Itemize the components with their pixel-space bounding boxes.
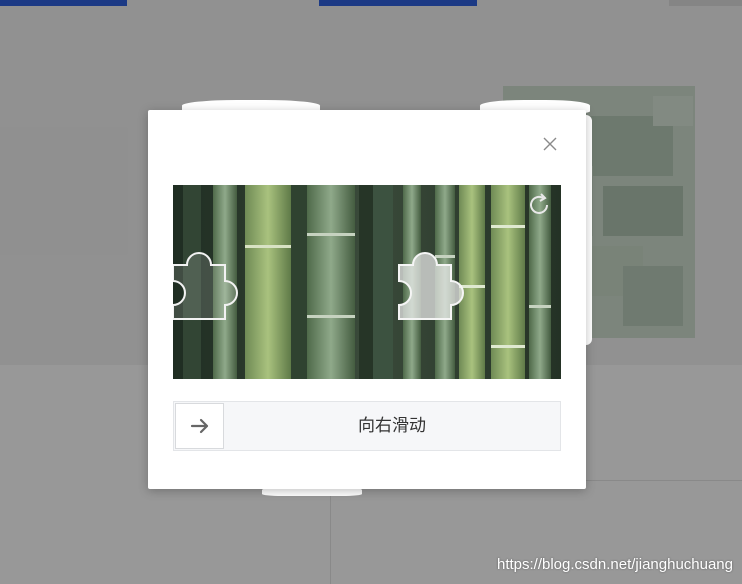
bamboo-background-image <box>173 185 561 379</box>
watermark: https://blog.csdn.net/jianghuchuang <box>496 556 733 573</box>
slider-hint: 向右滑动 <box>358 416 426 436</box>
captcha-image <box>173 185 561 379</box>
arrow-right-icon <box>190 418 208 434</box>
slider-track[interactable]: 向右滑动 <box>173 401 561 451</box>
refresh-icon <box>530 193 548 214</box>
close-icon <box>543 137 557 151</box>
captcha-dialog: 向右滑动 <box>148 110 586 489</box>
close-button[interactable] <box>542 136 558 152</box>
slider-handle[interactable] <box>175 403 224 449</box>
refresh-button[interactable] <box>525 191 553 219</box>
